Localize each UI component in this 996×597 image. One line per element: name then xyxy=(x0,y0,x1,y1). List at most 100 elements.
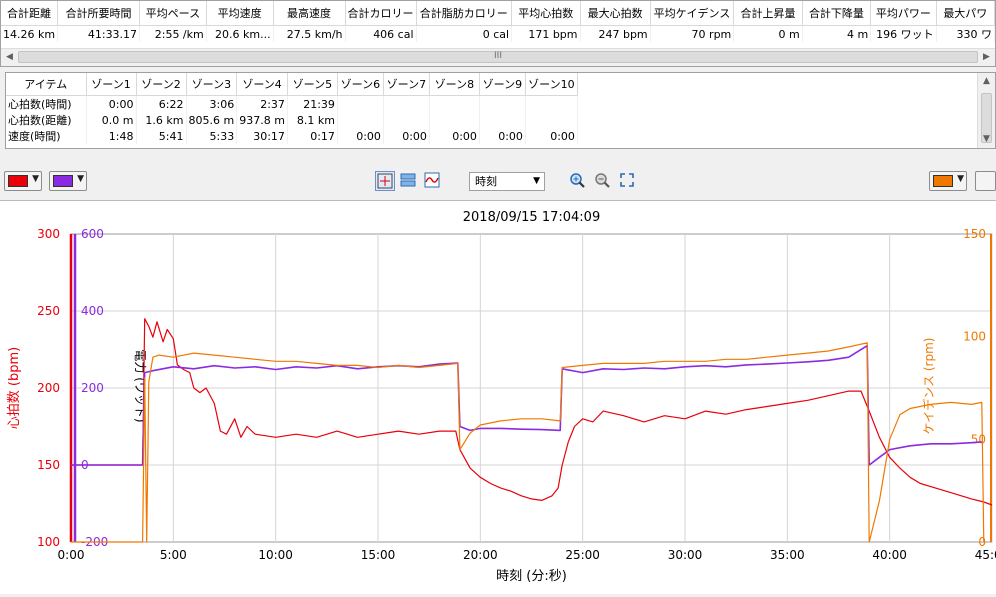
zoom-out-icon xyxy=(595,173,610,188)
x-tick-label: 5:00 xyxy=(160,548,187,562)
zones-vertical-scrollbar[interactable]: ▲ ▼ xyxy=(977,73,995,148)
table-cell: 8.1 km xyxy=(287,112,338,128)
column-header: 平均ペース xyxy=(139,1,207,26)
column-header: ゾーン2 xyxy=(136,73,187,96)
column-header: ゾーン10 xyxy=(525,73,578,96)
table-cell: 1.6 km xyxy=(136,112,187,128)
summary-value-row: 14.26 km 41:33.17 2:55 /km 20.6 km... 27.5 k… xyxy=(1,25,995,42)
column-header: 合計距離 xyxy=(1,1,59,26)
row-label: 心拍数(時間) xyxy=(6,95,87,112)
table-cell xyxy=(383,112,430,128)
chevron-down-icon: ▼ xyxy=(77,174,84,184)
zones-table: アイテム ゾーン1 ゾーン2 ゾーン3 ゾーン4 ゾーン5 ゾーン6 ゾーン7 ゾーン8 ゾーン9… xyxy=(6,73,578,144)
table-cell: 805.6 m xyxy=(186,112,238,128)
column-header: 平均ケイデンス xyxy=(650,1,735,26)
y-tick-label: 400 xyxy=(81,304,104,318)
table-row[interactable]: 心拍数(時間) 0:00 6:22 3:06 2:37 21:39 xyxy=(6,95,578,112)
table-cell: 21:39 xyxy=(287,95,338,112)
scroll-down-arrow-icon[interactable]: ▼ xyxy=(978,131,995,148)
y-tick-label: 300 xyxy=(37,227,60,241)
table-cell: 196 ワット xyxy=(870,25,937,42)
fit-icon xyxy=(620,173,634,187)
column-header: 平均心拍数 xyxy=(511,1,581,26)
column-header: ゾーン7 xyxy=(383,73,430,96)
table-cell: 0:00 xyxy=(429,128,480,144)
column-header: ゾーン6 xyxy=(337,73,384,96)
x-axis-select[interactable]: 時刻 ▼ xyxy=(469,172,545,191)
y-tick-label: 100 xyxy=(37,535,60,549)
table-cell: 41:33.17 xyxy=(57,25,141,42)
column-header: 合計脂肪カロリー xyxy=(416,1,513,26)
column-header: 平均速度 xyxy=(206,1,274,26)
chevron-down-icon: ▼ xyxy=(533,176,540,186)
activity-chart[interactable]: 2018/09/15 17:04:09 0:00 5:00 10:00 15:00 20:… xyxy=(0,200,996,594)
table-cell: 0:00 xyxy=(479,128,526,144)
column-header: 最大パワ xyxy=(936,1,995,26)
x-tick-label: 25:00 xyxy=(565,548,600,562)
color-swatch xyxy=(53,175,73,187)
x-tick-label: 30:00 xyxy=(668,548,703,562)
table-cell: 0 cal xyxy=(416,25,513,42)
summary-horizontal-scrollbar[interactable]: ◀ III ▶ xyxy=(1,48,995,66)
column-header: 最大心拍数 xyxy=(580,1,651,26)
scroll-right-arrow-icon[interactable]: ▶ xyxy=(978,49,995,66)
y-tick-label: 150 xyxy=(37,458,60,472)
table-cell: 0:00 xyxy=(525,128,578,144)
smooth-line-button[interactable] xyxy=(423,171,443,191)
x-axis-select-value: 時刻 xyxy=(475,175,497,188)
column-header: 合計カロリー xyxy=(345,1,417,26)
heart-rate-color-button[interactable]: ▼ xyxy=(4,171,42,191)
x-tick-label: 40:00 xyxy=(872,548,907,562)
x-tick-label: 20:00 xyxy=(463,548,498,562)
chevron-down-icon: ▼ xyxy=(32,174,39,184)
table-cell: 14.26 km xyxy=(1,25,59,42)
table-cell: 2:55 /km xyxy=(139,25,207,42)
extra-color-button[interactable] xyxy=(975,171,996,191)
power-color-button[interactable]: ▼ xyxy=(49,171,87,191)
y-tick-label: 200 xyxy=(81,381,104,395)
zoom-out-button[interactable] xyxy=(593,171,613,191)
crosshair-icon xyxy=(377,173,393,189)
cadence-color-button[interactable]: ▼ xyxy=(929,171,967,191)
zoom-in-button[interactable] xyxy=(568,171,588,191)
row-label: 心拍数(距離) xyxy=(6,112,87,128)
table-cell: 70 rpm xyxy=(650,25,735,42)
y-tick-label: 0 xyxy=(978,535,986,549)
zones-table-panel: アイテム ゾーン1 ゾーン2 ゾーン3 ゾーン4 ゾーン5 ゾーン6 ゾーン7 ゾーン8 ゾーン9… xyxy=(5,72,996,149)
column-header: ゾーン1 xyxy=(86,73,137,96)
table-row[interactable]: 速度(時間) 1:48 5:41 5:33 30:17 0:17 0:00 0:00 0:00 0… xyxy=(6,128,578,144)
split-view-icon xyxy=(400,173,416,187)
table-cell: 0:00 xyxy=(383,128,430,144)
x-tick-label: 0:00 xyxy=(58,548,85,562)
summary-table-panel: 合計距離 合計所要時間 平均ペース 平均速度 最高速度 合計カロリー 合計脂肪カロリー 平均心… xyxy=(0,0,996,67)
summary-table: 合計距離 合計所要時間 平均ペース 平均速度 最高速度 合計カロリー 合計脂肪カロリー 平均心… xyxy=(1,1,995,42)
y-tick-label: 600 xyxy=(81,227,104,241)
split-view-button[interactable] xyxy=(399,171,419,191)
x-tick-label: 15:00 xyxy=(361,548,396,562)
column-header: ゾーン4 xyxy=(236,73,288,96)
x-tick-label: 10:00 xyxy=(258,548,293,562)
scroll-left-arrow-icon[interactable]: ◀ xyxy=(1,49,18,66)
table-cell xyxy=(479,95,526,112)
table-cell: 30:17 xyxy=(236,128,288,144)
column-header: ゾーン5 xyxy=(287,73,338,96)
zones-header-row: アイテム ゾーン1 ゾーン2 ゾーン3 ゾーン4 ゾーン5 ゾーン6 ゾーン7 ゾーン8 ゾーン9… xyxy=(6,73,578,96)
table-row[interactable]: 心拍数(距離) 0.0 m 1.6 km 805.6 m 937.8 m 8.1 km xyxy=(6,112,578,128)
activity-chart-svg[interactable]: 2018/09/15 17:04:09 0:00 5:00 10:00 15:00 20:… xyxy=(0,201,996,594)
fit-to-window-button[interactable] xyxy=(618,171,638,191)
x-tick-label: 35:00 xyxy=(770,548,805,562)
table-cell: 0:00 xyxy=(337,128,384,144)
column-header: ゾーン8 xyxy=(429,73,480,96)
y-tick-label: 150 xyxy=(963,227,986,241)
table-cell: 0:17 xyxy=(287,128,338,144)
x-axis-label: 時刻 (分:秒) xyxy=(496,569,567,584)
table-cell: 1:48 xyxy=(86,128,137,144)
column-header: 最高速度 xyxy=(273,1,346,26)
column-header: 平均パワー xyxy=(870,1,937,26)
summary-scroll-thumb[interactable]: III xyxy=(18,51,978,63)
table-cell xyxy=(429,95,480,112)
scroll-up-arrow-icon[interactable]: ▲ xyxy=(978,73,995,90)
y-tick-label: 200 xyxy=(37,381,60,395)
crosshair-button[interactable] xyxy=(375,171,395,191)
table-cell: 3:06 xyxy=(186,95,238,112)
